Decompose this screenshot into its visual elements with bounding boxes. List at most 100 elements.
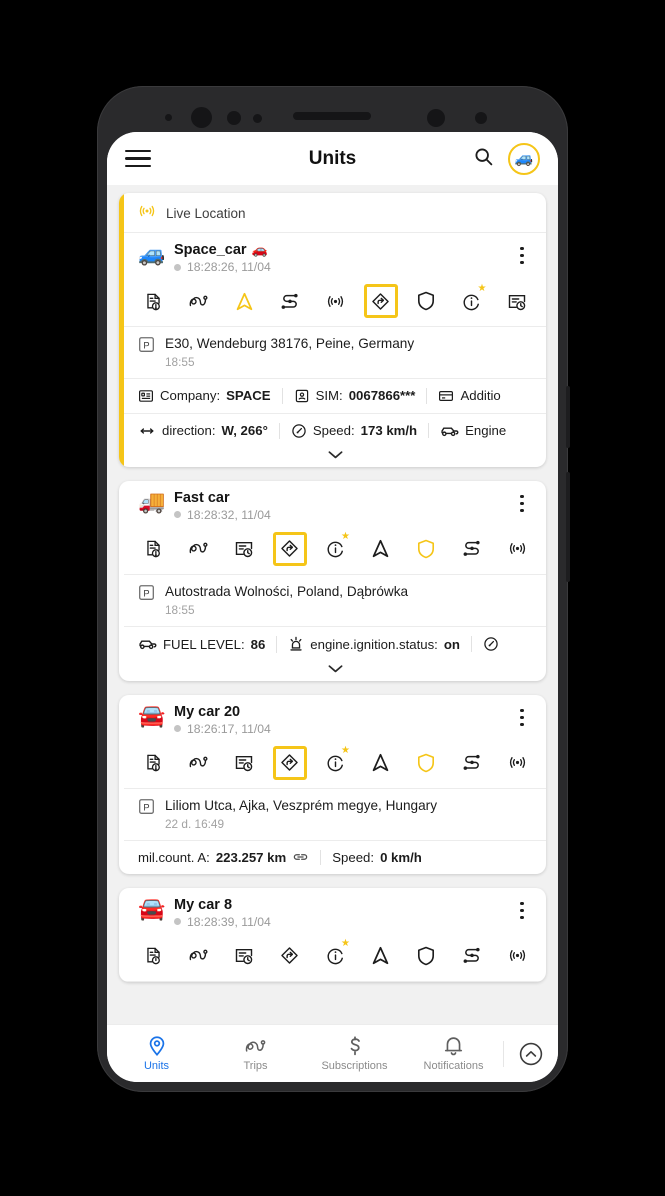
route-plan-icon[interactable] [455, 746, 489, 780]
meta-engine-label: Engine [465, 423, 507, 439]
car-avatar-icon: 🚙 [514, 150, 534, 167]
live-location-label: Live Location [166, 206, 246, 221]
bell-icon [444, 1037, 463, 1056]
unit-card[interactable]: 🚘 My car 20 18:26:17, 11/04 ★ P Liliom U… [119, 694, 546, 874]
directions-icon[interactable] [363, 284, 398, 318]
unit-action-icons: ★ [124, 935, 546, 982]
units-list[interactable]: Live Location 🚙 Space_car 🚗 18:28:26, 11… [107, 185, 558, 1024]
location-pin-icon [149, 1036, 164, 1057]
navigation-arrow-icon[interactable] [364, 746, 398, 780]
route-plan-icon[interactable] [273, 284, 307, 318]
hamburger-menu-icon[interactable] [125, 149, 151, 168]
earpiece-speaker [293, 112, 371, 120]
unit-avatar-icon: 🚘 [138, 702, 166, 728]
unit-timestamp: 18:28:32, 11/04 [187, 507, 271, 522]
collapse-panel-button[interactable] [504, 1041, 558, 1067]
star-badge-icon: ★ [341, 530, 350, 542]
unit-timestamp: 18:28:26, 11/04 [187, 260, 271, 274]
unit-action-icons: ★ [124, 528, 546, 575]
history-icon[interactable] [227, 746, 261, 780]
company-icon [139, 390, 153, 402]
unit-card[interactable]: 🚚 Fast car 18:28:32, 11/04 ★ P Autostrad… [119, 480, 546, 681]
navigation-arrow-icon[interactable] [364, 532, 398, 566]
phone-side-button-volume [566, 386, 570, 448]
navigation-arrow-icon[interactable] [227, 284, 261, 318]
unit-name-badge-icon: 🚗 [251, 242, 268, 257]
meta-engine: Engine [428, 423, 517, 439]
nav-label-notifications: Notifications [423, 1060, 484, 1072]
nav-label-trips: Trips [243, 1059, 268, 1072]
front-camera [191, 107, 212, 128]
report-icon[interactable] [136, 746, 170, 780]
unit-name: Space_car [174, 242, 247, 258]
bottom-navigation: Units Trips Subscriptions Notifications [107, 1024, 558, 1082]
ignition-icon [290, 636, 302, 651]
trips-route-icon[interactable] [182, 284, 216, 318]
expand-card-button[interactable] [124, 448, 546, 467]
expand-card-button[interactable] [124, 662, 546, 681]
route-plan-icon[interactable] [455, 532, 489, 566]
search-icon[interactable] [473, 146, 494, 172]
unit-meta-row: Company: SPACE SIM: 0067866*** Additio [124, 379, 546, 414]
live-signal-icon[interactable] [500, 746, 534, 780]
history-icon[interactable] [500, 284, 534, 318]
meta-speed [470, 636, 510, 653]
shield-icon[interactable] [409, 939, 443, 973]
sensor-dot-3 [253, 114, 262, 123]
directions-icon[interactable] [273, 939, 307, 973]
meta-mileage-value: 223.257 km [215, 849, 287, 865]
unit-overflow-menu-icon[interactable] [512, 490, 532, 512]
live-signal-icon [138, 204, 156, 223]
meta-speed-value: 0 km/h [380, 849, 422, 865]
avatar[interactable]: 🚙 [508, 142, 540, 175]
info-icon[interactable]: ★ [318, 745, 352, 780]
info-icon[interactable]: ★ [318, 938, 352, 973]
trips-route-icon[interactable] [182, 939, 216, 973]
meta-speed-label: Speed: [312, 423, 355, 439]
report-icon[interactable] [136, 532, 170, 566]
unit-overflow-menu-icon[interactable] [512, 704, 532, 726]
info-icon[interactable]: ★ [455, 284, 489, 318]
report-icon[interactable] [136, 939, 170, 973]
meta-company: Company: SPACE [138, 388, 282, 404]
nav-item-trips[interactable]: Trips [206, 1036, 305, 1072]
shield-icon[interactable] [409, 532, 443, 566]
unit-timestamp: 18:26:17, 11/04 [187, 721, 271, 736]
live-signal-icon[interactable] [500, 532, 534, 566]
sensor-dot-5 [475, 112, 487, 124]
history-icon[interactable] [227, 939, 261, 973]
nav-item-subscriptions[interactable]: Subscriptions [305, 1035, 404, 1072]
app-header-actions: 🚙 [473, 142, 540, 175]
info-icon[interactable]: ★ [318, 530, 352, 566]
directions-icon[interactable] [272, 531, 307, 566]
phone-top-bezel [97, 86, 568, 132]
nav-item-units[interactable]: Units [107, 1035, 206, 1072]
shield-icon[interactable] [409, 746, 443, 780]
live-location-header: Live Location [124, 193, 546, 233]
unit-overflow-menu-icon[interactable] [512, 897, 532, 919]
live-signal-icon[interactable] [500, 939, 534, 973]
unit-card[interactable]: 🚘 My car 8 18:28:39, 11/04 ★ [119, 887, 546, 982]
trips-route-icon[interactable] [182, 532, 216, 566]
unit-address-row: P Liliom Utca, Ajka, Veszprém megye, Hun… [124, 789, 546, 841]
navigation-arrow-icon[interactable] [364, 939, 398, 973]
unit-address-time: 18:55 [165, 602, 195, 617]
parking-icon: P [138, 336, 155, 358]
directions-icon[interactable] [272, 745, 307, 780]
unit-card[interactable]: Live Location 🚙 Space_car 🚗 18:28:26, 11… [119, 193, 546, 467]
history-icon[interactable] [227, 532, 261, 566]
unit-avatar-icon: 🚚 [138, 488, 166, 514]
meta-direction: direction: W, 266° [138, 423, 279, 438]
unit-header: 🚙 Space_car 🚗 18:28:26, 11/04 [124, 233, 546, 280]
live-signal-icon[interactable] [318, 284, 352, 318]
shield-icon[interactable] [409, 284, 443, 318]
report-icon[interactable] [136, 284, 170, 318]
direction-arrow-icon [140, 428, 154, 434]
unit-name: My car 8 [174, 896, 233, 913]
unit-overflow-menu-icon[interactable] [512, 242, 532, 264]
route-plan-icon[interactable] [455, 939, 489, 973]
phone-side-button-power [566, 472, 570, 582]
status-dot [174, 511, 181, 519]
trips-route-icon[interactable] [182, 746, 216, 780]
nav-item-notifications[interactable]: Notifications [404, 1035, 503, 1072]
